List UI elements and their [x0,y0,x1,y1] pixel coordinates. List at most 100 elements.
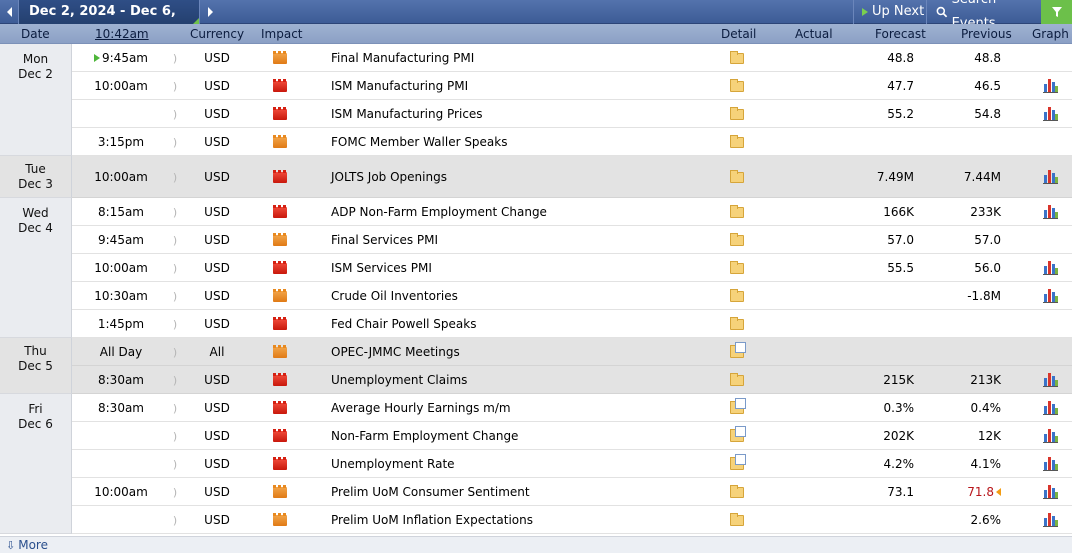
event-graph-button[interactable] [1040,282,1060,310]
next-week-button[interactable] [201,0,219,24]
sound-alert-icon[interactable]: ) [170,394,180,422]
up-next-button[interactable]: Up Next [853,0,926,24]
sound-alert-icon[interactable]: ) [170,506,180,534]
forecast-value: 57.0 [887,233,914,247]
event-title-cell[interactable]: ISM Manufacturing PMI [331,72,701,100]
event-detail-button[interactable] [722,100,752,128]
sound-alert-icon[interactable]: ) [170,366,180,394]
sound-alert-icon[interactable]: ) [170,128,180,156]
sound-alert-icon[interactable]: ) [170,310,180,338]
event-title-cell[interactable]: OPEC-JMMC Meetings [331,338,701,366]
event-graph-button[interactable] [1040,422,1060,450]
sound-alert-icon[interactable]: ) [170,198,180,226]
filter-button[interactable] [1041,0,1072,24]
bar-chart-icon-bar [1054,268,1058,274]
event-graph-button[interactable] [1040,198,1060,226]
date-range-picker[interactable]: Dec 2, 2024 - Dec 6, 2024 [18,0,200,43]
event-detail-button[interactable] [722,128,752,156]
event-detail-button[interactable] [722,282,752,310]
event-title-cell[interactable]: Final Services PMI [331,226,701,254]
event-graph-button[interactable] [1040,394,1060,422]
previous-week-button[interactable] [0,0,18,24]
event-graph-button[interactable] [1040,72,1060,100]
event-graph-button[interactable] [1040,506,1060,534]
event-graph-button[interactable] [1040,100,1060,128]
event-time: 8:15am [98,205,144,219]
event-graph-button[interactable] [1040,478,1060,506]
event-detail-button[interactable] [722,198,752,226]
event-time: 3:15pm [97,135,145,149]
bar-chart-icon-bar [1043,84,1047,92]
play-icon [862,8,868,16]
event-graph-button[interactable] [1040,254,1060,282]
event-time: 9:45am [102,51,148,65]
event-detail-button[interactable] [722,506,752,534]
event-title-cell[interactable]: ADP Non-Farm Employment Change [331,198,701,226]
event-title: Crude Oil Inventories [331,289,458,303]
event-graph-button[interactable] [1040,156,1060,198]
event-currency: USD [204,513,230,527]
currency-cell: USD [188,366,246,394]
event-title-cell[interactable]: Non-Farm Employment Change [331,422,701,450]
event-title-cell[interactable]: FOMC Member Waller Speaks [331,128,701,156]
sound-alert-icon[interactable]: ) [170,72,180,100]
event-detail-button[interactable] [722,254,752,282]
event-time-cell: 1:45pm [72,310,170,338]
sound-alert-icon[interactable]: ) [170,156,180,198]
event-title-cell[interactable]: Prelim UoM Consumer Sentiment [331,478,701,506]
sound-alert-icon[interactable]: ) [170,282,180,310]
event-graph-button[interactable] [1040,450,1060,478]
event-detail-button[interactable] [722,422,752,450]
search-icon [936,6,948,18]
impact-cell [270,422,290,450]
sound-alert-icon[interactable]: ) [170,44,180,72]
event-detail-button[interactable] [722,310,752,338]
event-title-cell[interactable]: Average Hourly Earnings m/m [331,394,701,422]
event-title-cell[interactable]: Unemployment Rate [331,450,701,478]
sound-alert-icon[interactable]: ) [170,338,180,366]
bar-chart-icon [1042,170,1058,184]
sound-alert-icon[interactable]: ) [170,226,180,254]
event-detail-button[interactable] [722,156,752,198]
event-detail-button[interactable] [722,450,752,478]
event-title-cell[interactable]: Final Manufacturing PMI [331,44,701,72]
event-detail-button[interactable] [722,366,752,394]
event-title-cell[interactable]: ISM Manufacturing Prices [331,100,701,128]
event-time-cell [72,422,170,450]
previous-value: -1.8M [967,289,1001,303]
current-time-link[interactable]: 10:42am [95,24,149,44]
event-title-cell[interactable]: ISM Services PMI [331,254,701,282]
event-title-cell[interactable]: Prelim UoM Inflation Expectations [331,506,701,534]
event-title: JOLTS Job Openings [331,170,447,184]
event-title-cell[interactable]: JOLTS Job Openings [331,156,701,198]
sound-alert-icon[interactable]: ) [170,422,180,450]
previous-cell: 48.8 [940,44,1001,72]
event-detail-button[interactable] [722,394,752,422]
event-title: OPEC-JMMC Meetings [331,345,460,359]
search-events-button[interactable]: Search Events [926,0,1041,31]
bar-chart-icon-bar [1043,112,1047,120]
event-detail-button[interactable] [722,226,752,254]
previous-cell: 56.0 [940,254,1001,282]
event-detail-button[interactable] [722,478,752,506]
event-title-cell[interactable]: Fed Chair Powell Speaks [331,310,701,338]
more-button[interactable]: ⇩ More [6,537,48,553]
event-detail-button[interactable] [722,44,752,72]
event-title-cell[interactable]: Unemployment Claims [331,366,701,394]
bar-chart-icon-bar [1054,86,1058,92]
currency-cell: USD [188,478,246,506]
revised-indicator-icon[interactable] [996,488,1001,496]
currency-cell: USD [188,394,246,422]
event-graph-button[interactable] [1040,366,1060,394]
sound-alert-icon[interactable]: ) [170,254,180,282]
sound-alert-icon[interactable]: ) [170,450,180,478]
event-detail-button[interactable] [722,72,752,100]
sound-alert-icon[interactable]: ) [170,478,180,506]
sound-alert-icon[interactable]: ) [170,100,180,128]
bar-chart-icon-bar [1054,380,1058,386]
bar-chart-icon-bar [1047,457,1051,470]
event-time: 10:00am [94,261,148,275]
more-label: More [18,538,48,552]
event-detail-button[interactable] [722,338,752,366]
event-title-cell[interactable]: Crude Oil Inventories [331,282,701,310]
